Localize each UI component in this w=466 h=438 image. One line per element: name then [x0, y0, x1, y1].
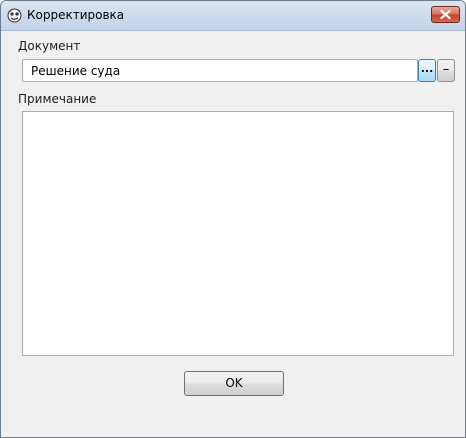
close-icon: [440, 10, 451, 19]
clear-button[interactable]: –: [437, 59, 455, 82]
ok-button[interactable]: OK: [184, 371, 284, 396]
note-label: Примечание: [18, 92, 97, 106]
window-title: Корректировка: [27, 8, 125, 22]
app-icon: [7, 8, 22, 23]
browse-button[interactable]: ...: [418, 59, 436, 82]
document-value: Решение суда: [31, 64, 121, 78]
note-textarea[interactable]: [22, 111, 454, 356]
close-button[interactable]: [431, 6, 460, 23]
document-label: Документ: [18, 39, 81, 53]
dialog-content: Документ Решение суда ... – Примечание O…: [9, 31, 457, 429]
document-field[interactable]: Решение суда: [22, 59, 418, 82]
title-bar[interactable]: Корректировка: [1, 1, 465, 31]
dialog-window: Корректировка Документ Решение суда ... …: [0, 0, 466, 438]
